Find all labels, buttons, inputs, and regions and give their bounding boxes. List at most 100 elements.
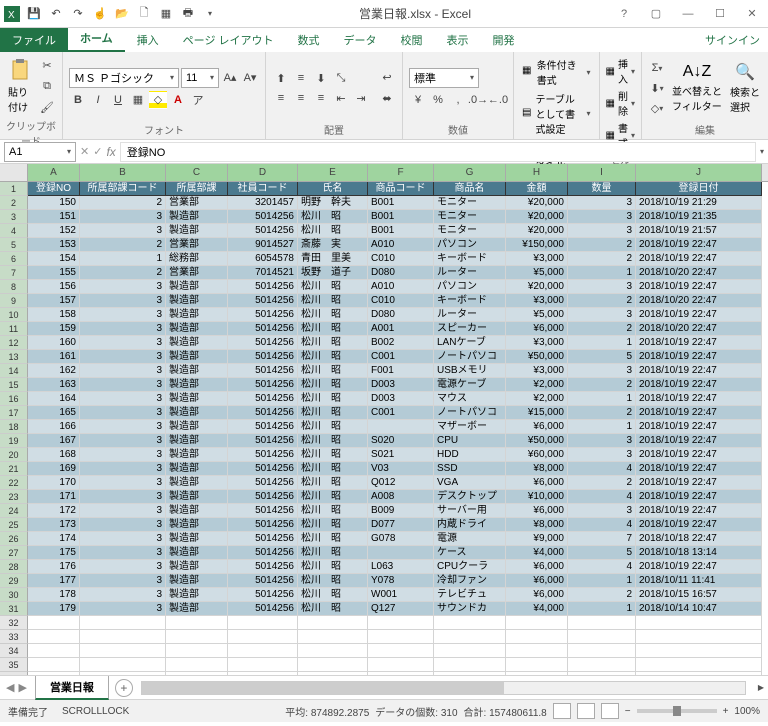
cell[interactable] bbox=[368, 644, 434, 658]
cell[interactable]: 5014256 bbox=[228, 336, 298, 350]
help-icon[interactable]: ? bbox=[612, 4, 636, 24]
cell[interactable]: 2018/10/19 22:47 bbox=[636, 252, 762, 266]
cell[interactable] bbox=[368, 672, 434, 676]
qat-customize-icon[interactable]: ▾ bbox=[202, 6, 218, 22]
cell[interactable]: 3 bbox=[80, 602, 166, 616]
cell[interactable] bbox=[568, 616, 636, 630]
cell[interactable]: 171 bbox=[28, 490, 80, 504]
cell[interactable] bbox=[28, 658, 80, 672]
cell[interactable] bbox=[28, 672, 80, 676]
col-header-J[interactable]: J bbox=[636, 164, 762, 181]
cell[interactable] bbox=[166, 672, 228, 676]
cell[interactable]: 斎藤 実 bbox=[298, 238, 368, 252]
cell[interactable]: ケース bbox=[434, 546, 506, 560]
cell[interactable]: 営業部 bbox=[166, 266, 228, 280]
cell[interactable]: サーバー用 bbox=[434, 504, 506, 518]
cell[interactable]: 松川 昭 bbox=[298, 588, 368, 602]
signin-link[interactable]: サインイン bbox=[697, 28, 768, 52]
cell[interactable]: 2018/10/15 16:57 bbox=[636, 588, 762, 602]
cell[interactable]: 3 bbox=[80, 434, 166, 448]
cell[interactable]: 5014256 bbox=[228, 476, 298, 490]
cell[interactable]: ¥6,000 bbox=[506, 588, 568, 602]
cell[interactable]: ¥20,000 bbox=[506, 210, 568, 224]
cell[interactable]: 製造部 bbox=[166, 574, 228, 588]
view-page-break-button[interactable] bbox=[601, 703, 619, 719]
row-header[interactable]: 2 bbox=[0, 196, 28, 210]
open-icon[interactable]: 📂 bbox=[114, 6, 130, 22]
cell[interactable] bbox=[228, 616, 298, 630]
cell[interactable]: 2018/10/19 22:47 bbox=[636, 420, 762, 434]
cell[interactable]: 2018/10/19 22:47 bbox=[636, 336, 762, 350]
cell[interactable]: 2018/10/19 22:47 bbox=[636, 364, 762, 378]
fill-button[interactable]: ⬇ ▾ bbox=[648, 79, 666, 97]
percent-icon[interactable]: % bbox=[429, 91, 447, 109]
cell[interactable]: モニター bbox=[434, 196, 506, 210]
cell[interactable]: 5014256 bbox=[228, 574, 298, 588]
cell[interactable]: 製造部 bbox=[166, 224, 228, 238]
cell[interactable]: C010 bbox=[368, 252, 434, 266]
cell[interactable] bbox=[368, 420, 434, 434]
cell[interactable]: 2 bbox=[80, 196, 166, 210]
row-header[interactable]: 6 bbox=[0, 252, 28, 266]
tab-挿入[interactable]: 挿入 bbox=[125, 28, 171, 52]
cell[interactable]: モニター bbox=[434, 210, 506, 224]
cell[interactable]: 製造部 bbox=[166, 448, 228, 462]
cell[interactable]: ¥6,000 bbox=[506, 560, 568, 574]
cell[interactable]: 156 bbox=[28, 280, 80, 294]
cell[interactable]: F001 bbox=[368, 364, 434, 378]
row-header[interactable]: 26 bbox=[0, 532, 28, 546]
cell[interactable]: 1 bbox=[80, 252, 166, 266]
touch-mode-icon[interactable]: ☝ bbox=[92, 6, 108, 22]
cell[interactable]: 3 bbox=[568, 210, 636, 224]
cell[interactable]: 165 bbox=[28, 406, 80, 420]
cell[interactable]: 営業部 bbox=[166, 238, 228, 252]
cell[interactable] bbox=[506, 658, 568, 672]
cell[interactable]: キーボード bbox=[434, 294, 506, 308]
cell[interactable]: 2018/10/19 22:47 bbox=[636, 476, 762, 490]
view-normal-button[interactable] bbox=[553, 703, 571, 719]
table-header-cell[interactable]: 商品コード bbox=[368, 182, 434, 196]
cell[interactable]: 9014527 bbox=[228, 238, 298, 252]
col-header-G[interactable]: G bbox=[434, 164, 506, 181]
sort-filter-button[interactable]: A↓Z 並べ替えと フィルター bbox=[670, 61, 724, 115]
save-icon[interactable]: 💾 bbox=[26, 6, 42, 22]
cell[interactable]: 3 bbox=[80, 420, 166, 434]
ribbon-options-icon[interactable]: ▢ bbox=[644, 4, 668, 24]
cell[interactable]: 3 bbox=[568, 224, 636, 238]
cell[interactable]: 松川 昭 bbox=[298, 518, 368, 532]
cell[interactable]: D077 bbox=[368, 518, 434, 532]
table-header-cell[interactable]: 登録NO bbox=[28, 182, 80, 196]
cell[interactable]: 161 bbox=[28, 350, 80, 364]
cell[interactable]: LANケーブ bbox=[434, 336, 506, 350]
cell[interactable]: 3 bbox=[80, 504, 166, 518]
cell[interactable]: 5014256 bbox=[228, 280, 298, 294]
cell[interactable]: 松川 昭 bbox=[298, 350, 368, 364]
row-header[interactable]: 5 bbox=[0, 238, 28, 252]
cell[interactable]: Q127 bbox=[368, 602, 434, 616]
font-name-select[interactable]: ＭＳ Ｐゴシック▾ bbox=[69, 68, 179, 88]
cell[interactable]: 3 bbox=[568, 196, 636, 210]
cell[interactable]: 2018/10/19 22:47 bbox=[636, 392, 762, 406]
cell[interactable]: 177 bbox=[28, 574, 80, 588]
row-header[interactable]: 29 bbox=[0, 574, 28, 588]
row-header[interactable]: 13 bbox=[0, 350, 28, 364]
cell[interactable]: 2018/10/19 22:47 bbox=[636, 434, 762, 448]
cell[interactable]: 3 bbox=[80, 364, 166, 378]
cancel-formula-icon[interactable]: ✕ bbox=[80, 145, 89, 159]
font-color-button[interactable]: A bbox=[169, 91, 187, 109]
cell[interactable]: SSD bbox=[434, 462, 506, 476]
cell[interactable]: テレビチュ bbox=[434, 588, 506, 602]
quick-print-icon[interactable]: 🖶 bbox=[180, 6, 196, 22]
cell[interactable]: 松川 昭 bbox=[298, 364, 368, 378]
comma-icon[interactable]: , bbox=[449, 91, 467, 109]
cell[interactable] bbox=[298, 658, 368, 672]
cell[interactable] bbox=[506, 644, 568, 658]
cell[interactable]: 総務部 bbox=[166, 252, 228, 266]
row-header[interactable]: 25 bbox=[0, 518, 28, 532]
cell[interactable]: 3 bbox=[80, 406, 166, 420]
cell[interactable]: 3 bbox=[568, 364, 636, 378]
cell[interactable]: 2 bbox=[568, 378, 636, 392]
number-format-select[interactable]: 標準▾ bbox=[409, 68, 479, 88]
cell[interactable]: C010 bbox=[368, 294, 434, 308]
cell[interactable] bbox=[80, 616, 166, 630]
